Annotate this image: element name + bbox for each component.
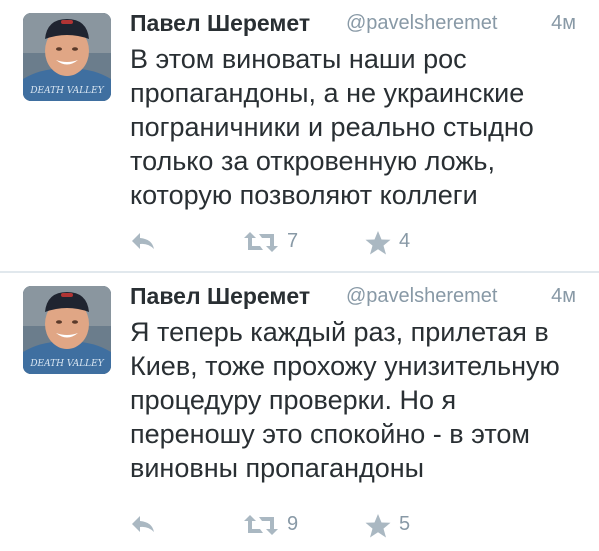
favorite-count: 4	[399, 230, 411, 252]
tweet-header: Павел Шеремет @pavelsheremet 4м	[130, 8, 582, 44]
tweet-actions: 7 4	[0, 228, 599, 258]
user-handle[interactable]: @pavelsheremet	[346, 285, 497, 308]
tweet-text-line: пропагандоны, а не украинские	[130, 78, 525, 108]
retweet-icon	[244, 515, 278, 535]
avatar[interactable]: DEATH VALLEY	[23, 13, 111, 101]
timestamp[interactable]: 4м	[551, 285, 576, 308]
tweet-text-line: пограничники и реально стыдно	[130, 112, 534, 142]
tweet-header: Павел Шеремет @pavelsheremet 4м	[130, 281, 582, 317]
tweet-text-line: которую позволяют коллеги	[130, 180, 478, 210]
reply-button[interactable]	[130, 511, 156, 541]
tweet-text-line: виновны пропагандоны	[130, 453, 425, 483]
tweet-text-line: В этом виноваты наши рос	[130, 44, 467, 74]
display-name[interactable]: Павел Шеремет	[130, 10, 310, 37]
star-icon	[365, 514, 391, 538]
timestamp[interactable]: 4м	[551, 12, 576, 35]
retweet-count: 9	[287, 513, 299, 535]
favorite-button[interactable]: 4	[365, 228, 415, 258]
star-icon	[365, 231, 391, 255]
favorite-button[interactable]: 5	[365, 511, 415, 541]
retweet-icon	[244, 232, 278, 252]
tweet-text-line: Киев, тоже прохожу унизительную	[130, 351, 560, 381]
tweet-text-line: только за откровенную ложь,	[130, 146, 496, 176]
tweet[interactable]: DEATH VALLEY Павел Шеремет @pavelshereme…	[0, 273, 599, 551]
avatar[interactable]: DEATH VALLEY	[23, 286, 111, 374]
svg-text:DEATH VALLEY: DEATH VALLEY	[29, 359, 104, 369]
tweet-text-line: переношу это спокойно - в этом	[130, 419, 530, 449]
tweet-text-line: Я теперь каждый раз, прилетая в	[130, 317, 549, 347]
user-handle[interactable]: @pavelsheremet	[346, 12, 497, 35]
svg-text:DEATH VALLEY: DEATH VALLEY	[29, 86, 104, 96]
tweet-text-line: процедуру проверки. Но я	[130, 385, 457, 415]
favorite-count: 5	[399, 513, 411, 535]
display-name[interactable]: Павел Шеремет	[130, 283, 310, 310]
tweet[interactable]: DEATH VALLEY Павел Шеремет @pavelshereme…	[0, 0, 599, 272]
retweet-button[interactable]: 7	[243, 228, 303, 258]
tweet-timeline: DEATH VALLEY Павел Шеремет @pavelshereme…	[0, 0, 599, 551]
retweet-count: 7	[287, 230, 299, 252]
retweet-button[interactable]: 9	[243, 511, 303, 541]
tweet-actions: 9 5	[0, 511, 599, 541]
tweet-text: В этом виноваты наши рос пропагандоны, а…	[130, 42, 590, 212]
reply-icon	[132, 233, 154, 249]
reply-button[interactable]	[130, 228, 156, 258]
reply-icon	[132, 516, 154, 532]
tweet-text: Я теперь каждый раз, прилетая в Киев, то…	[130, 315, 590, 485]
